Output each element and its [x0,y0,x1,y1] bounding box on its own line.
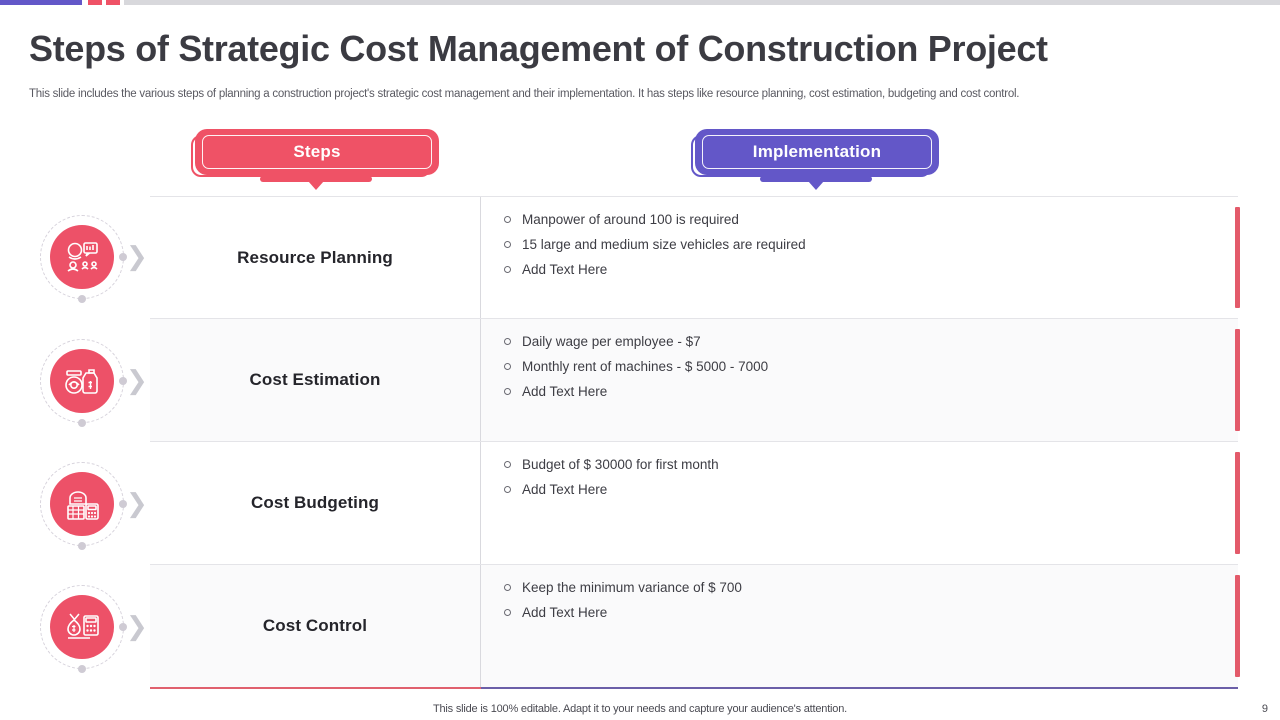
bullet-circle-icon [504,461,511,468]
bullet-circle-icon [504,609,511,616]
implementation-pointer-arrow [760,176,872,182]
row-accent-bar [1235,207,1240,308]
list-item: Add Text Here [495,379,1238,404]
list-item: Monthly rent of machines - $ 5000 - 7000 [495,354,1238,379]
bullet-list: Budget of $ 30000 for first month Add Te… [495,452,1238,502]
table-bottom-purple-segment [481,687,1238,689]
steps-header-label: Steps [293,142,341,161]
implementation-header-group: Implementation [691,131,937,177]
resource-planning-icon [50,225,114,289]
row-accent-bar [1235,575,1240,677]
page-title: Steps of Strategic Cost Management of Co… [29,28,1048,69]
list-item: Manpower of around 100 is required [495,207,1238,232]
chevron-right-icon-1: ❯ [126,242,148,272]
badge-dot-bottom [78,665,86,673]
row-accent-bar [1235,452,1240,554]
badge-cost-estimation[interactable] [40,339,127,427]
implementation-cell: Daily wage per employee - $7 Monthly ren… [481,319,1238,441]
implementation-header-label: Implementation [752,142,882,161]
top-decorative-bar [0,0,1280,5]
list-item: Budget of $ 30000 for first month [495,452,1238,477]
topbar-purple-segment [0,0,82,5]
chevron-right-icon-4: ❯ [126,612,148,642]
implementation-cell: Manpower of around 100 is required 15 la… [481,197,1238,318]
row-accent-bar [1235,329,1240,431]
bullet-circle-icon [504,241,511,248]
badge-dot-bottom [78,419,86,427]
bullet-text: 15 large and medium size vehicles are re… [522,237,806,252]
bullet-circle-icon [504,363,511,370]
cost-budgeting-icon [50,472,114,536]
list-item: Add Text Here [495,477,1238,502]
bullet-text: Daily wage per employee - $7 [522,334,701,349]
step-cell: Cost Budgeting [150,442,481,564]
bullet-text: Add Text Here [522,605,608,620]
topbar-gray-rule [124,0,1280,5]
bullet-text: Add Text Here [522,384,608,399]
badge-cost-budgeting[interactable] [40,462,127,550]
bullet-text: Add Text Here [522,482,608,497]
bullet-circle-icon [504,584,511,591]
topbar-red-dash-1 [88,0,102,5]
chevron-right-icon-2: ❯ [126,366,148,396]
bullet-list: Manpower of around 100 is required 15 la… [495,207,1238,282]
step-cell: Cost Control [150,565,481,687]
step-label: Cost Budgeting [251,493,379,512]
bullet-text: Budget of $ 30000 for first month [522,457,719,472]
step-cell: Cost Estimation [150,319,481,441]
bullet-list: Keep the minimum variance of $ 700 Add T… [495,575,1238,625]
table-bottom-red-segment [150,687,481,689]
table-row: Cost Estimation Daily wage per employee … [150,319,1240,442]
table-row: Cost Control Keep the minimum variance o… [150,565,1240,688]
topbar-red-dash-2 [106,0,120,5]
list-item: 15 large and medium size vehicles are re… [495,232,1238,257]
list-item: Daily wage per employee - $7 [495,329,1238,354]
bullet-circle-icon [504,388,511,395]
table-row: Cost Budgeting Budget of $ 30000 for fir… [150,442,1240,565]
table-row: Resource Planning Manpower of around 100… [150,196,1240,319]
bullet-text: Add Text Here [522,262,608,277]
steps-implementation-table: Resource Planning Manpower of around 100… [150,196,1240,688]
badge-cost-control[interactable] [40,585,127,673]
implementation-cell: Budget of $ 30000 for first month Add Te… [481,442,1238,564]
step-label: Resource Planning [237,247,393,267]
bullet-circle-icon [504,486,511,493]
bullet-circle-icon [504,216,511,223]
cost-control-icon [50,595,114,659]
list-item: Keep the minimum variance of $ 700 [495,575,1238,600]
step-label: Cost Estimation [249,370,381,389]
bullet-text: Monthly rent of machines - $ 5000 - 7000 [522,359,769,374]
implementation-header-button[interactable]: Implementation [697,131,937,173]
bullet-list: Daily wage per employee - $7 Monthly ren… [495,329,1238,404]
implementation-cell: Keep the minimum variance of $ 700 Add T… [481,565,1238,687]
bullet-text: Manpower of around 100 is required [522,212,739,227]
badge-resource-planning[interactable] [40,215,127,303]
step-cell: Resource Planning [150,197,481,318]
list-item: Add Text Here [495,600,1238,625]
bullet-circle-icon [504,266,511,273]
steps-pointer-arrow [260,176,372,182]
chevron-right-icon-3: ❯ [126,489,148,519]
steps-header-group: Steps [191,131,437,177]
cost-estimation-icon [50,349,114,413]
footer-note: This slide is 100% editable. Adapt it to… [433,703,847,715]
list-item: Add Text Here [495,257,1238,282]
badge-dot-bottom [78,295,86,303]
steps-header-button[interactable]: Steps [197,131,437,173]
table-bottom-border [150,687,1238,689]
step-label: Cost Control [262,616,368,635]
page-subtitle: This slide includes the various steps of… [29,88,1020,100]
slide-canvas: Steps of Strategic Cost Management of Co… [0,0,1280,720]
bullet-text: Keep the minimum variance of $ 700 [522,580,742,595]
bullet-circle-icon [504,338,511,345]
page-number: 9 [1261,703,1268,715]
badge-dot-bottom [78,542,86,550]
